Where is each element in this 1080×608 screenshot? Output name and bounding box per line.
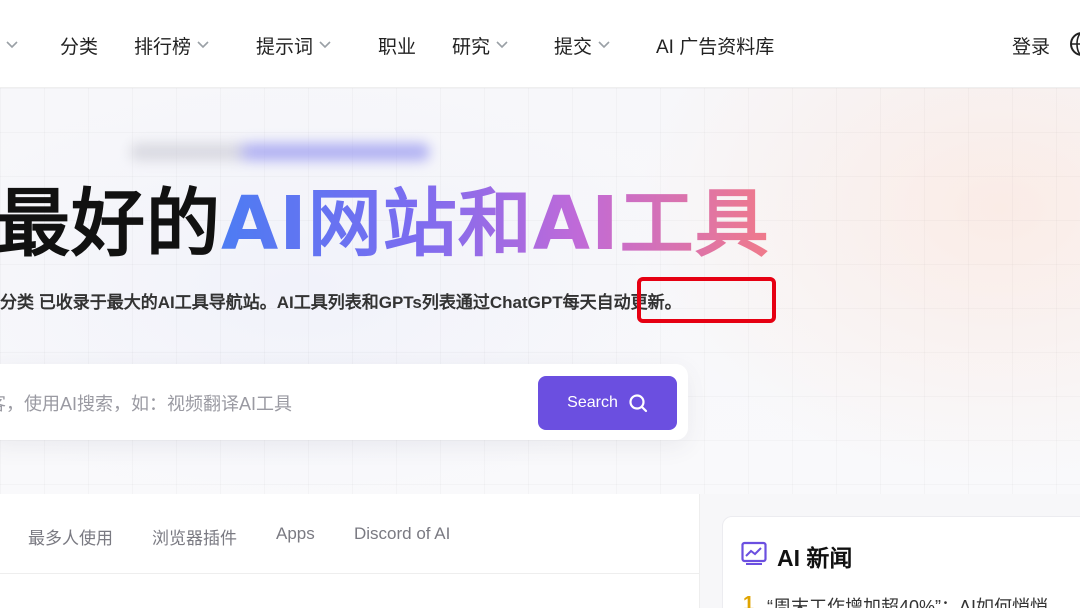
nav-item-label: 排行榜	[134, 36, 192, 58]
tab-apps[interactable]: Apps	[276, 524, 315, 544]
chevron-down-icon[interactable]	[6, 36, 18, 54]
search-button-label: Search	[567, 394, 618, 411]
headline-gradient-part: AI网站和AI工具	[221, 181, 770, 267]
tool-list-area	[0, 574, 700, 608]
highlight-annotation-box	[637, 277, 776, 323]
blurred-announcement	[130, 143, 430, 161]
nav-item-label: 分类	[60, 36, 99, 58]
nav-item-rankings[interactable]: 排行榜	[134, 32, 209, 58]
nav-item-categories[interactable]: 分类	[60, 32, 98, 58]
globe-icon[interactable]	[1068, 30, 1080, 58]
chevron-down-icon	[598, 41, 610, 49]
news-icon	[741, 541, 767, 565]
chevron-down-icon	[319, 41, 331, 49]
hero-section: 最好的AI网站和AI工具 分类 已收录于最大的AI工具导航站。AI工具列表和GP…	[0, 88, 1080, 494]
nav-item-research[interactable]: 研究	[452, 32, 508, 58]
category-tabs: 最多人使用 浏览器插件 Apps Discord of AI	[0, 494, 700, 574]
ai-news-card: AI 新闻 1 “周末工作增加超40%”：AI如何悄悄	[722, 516, 1080, 608]
tab-most-used[interactable]: 最多人使用	[28, 524, 113, 549]
tab-browser-extensions[interactable]: 浏览器插件	[152, 524, 237, 549]
chevron-down-icon	[496, 41, 508, 49]
nav-item-label: 研究	[452, 36, 491, 58]
headline-dark-part: 最好的	[0, 181, 221, 267]
chevron-down-icon	[197, 41, 209, 49]
nav-item-label: 提交	[554, 36, 593, 58]
nav-item-careers[interactable]: 职业	[378, 32, 416, 58]
tab-discord-of-ai[interactable]: Discord of AI	[354, 524, 450, 544]
hero-subtitle: 分类 已收录于最大的AI工具导航站。AI工具列表和GPTs列表通过ChatGPT…	[0, 293, 682, 312]
search-icon	[629, 394, 647, 413]
news-rank: 1	[743, 593, 755, 608]
hero-headline: 最好的AI网站和AI工具	[0, 184, 770, 264]
search-card: Search	[0, 364, 688, 440]
news-title: AI 新闻	[777, 545, 853, 571]
top-navigation: 分类 排行榜 提示词 职业 研究 提交 AI 广告资料库 登录	[0, 0, 1080, 88]
nav-item-ad-library[interactable]: AI 广告资料库	[656, 32, 774, 58]
nav-item-label: AI 广告资料库	[656, 36, 775, 58]
nav-item-label: 提示词	[256, 36, 314, 58]
search-input[interactable]	[0, 390, 508, 418]
login-button[interactable]: 登录	[1012, 32, 1050, 59]
search-button[interactable]: Search	[538, 376, 677, 430]
nav-item-prompts[interactable]: 提示词	[256, 32, 331, 58]
nav-item-submit[interactable]: 提交	[554, 32, 610, 58]
news-item-link[interactable]: “周末工作增加超40%”：AI如何悄悄	[767, 593, 1048, 608]
nav-item-label: 职业	[378, 36, 417, 58]
